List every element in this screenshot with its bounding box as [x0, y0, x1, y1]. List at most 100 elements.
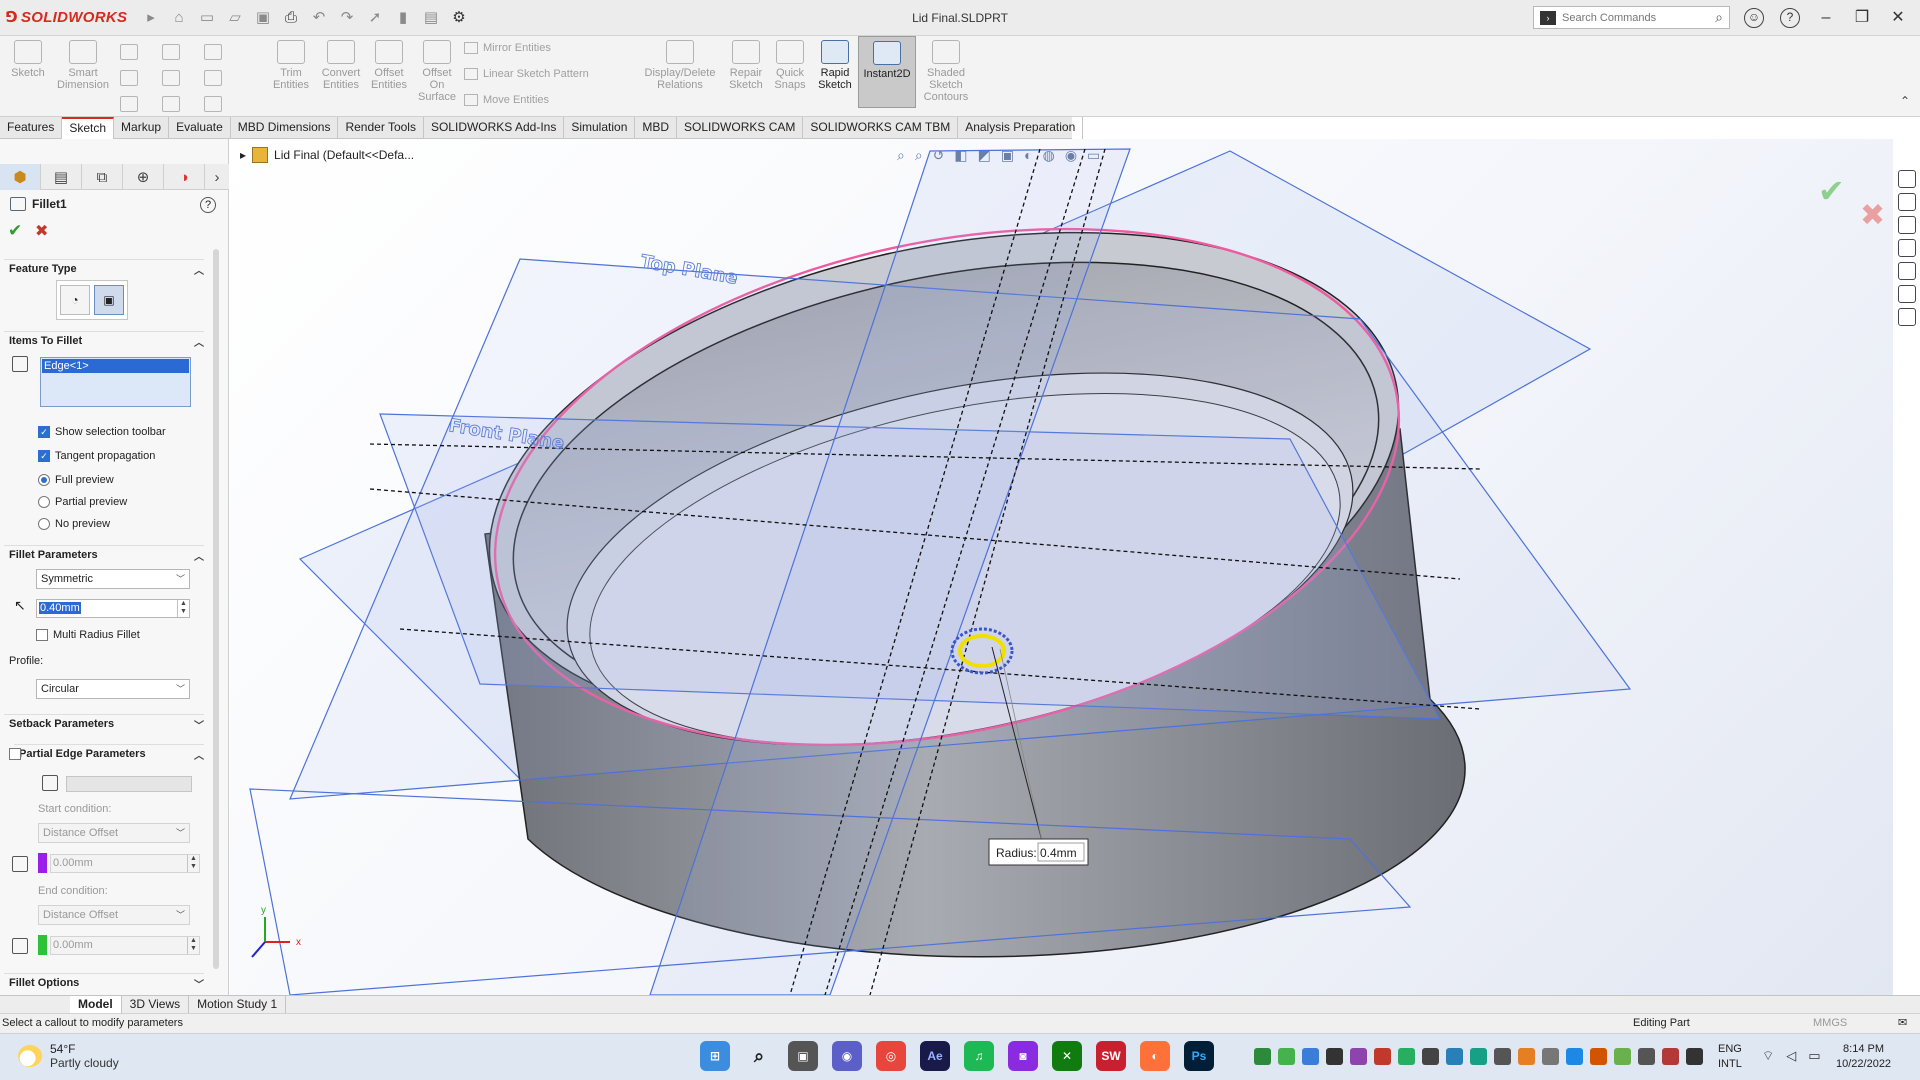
- rectangle-icon[interactable]: [120, 70, 138, 86]
- rebuild-icon[interactable]: ▮: [392, 8, 414, 28]
- task-view-icon[interactable]: ▣: [788, 1041, 818, 1071]
- profile-dropdown[interactable]: Circular ﹀: [36, 679, 190, 699]
- tray-app-icon[interactable]: [1614, 1048, 1631, 1065]
- print-icon[interactable]: ⎙: [280, 8, 302, 28]
- help-icon[interactable]: ?: [200, 197, 216, 213]
- quick-snaps-button[interactable]: Quick Snaps: [770, 40, 810, 91]
- convert-entities-button[interactable]: Convert Entities: [316, 40, 366, 91]
- language-indicator[interactable]: ENG INTL: [1718, 1042, 1742, 1072]
- photoshop-icon[interactable]: Ps: [1184, 1041, 1214, 1071]
- instagram-icon[interactable]: ◙: [1008, 1041, 1038, 1071]
- feature-type-section[interactable]: Feature Type ︿: [4, 259, 204, 277]
- panel-scrollbar[interactable]: [213, 249, 219, 969]
- tab-mbd[interactable]: MBD: [635, 117, 678, 139]
- trim-entities-button[interactable]: Trim Entities: [268, 40, 314, 91]
- end-condition-dropdown[interactable]: Distance Offset ﹀: [38, 905, 190, 925]
- show-selection-toolbar-checkbox[interactable]: ✓: [38, 426, 50, 438]
- tray-app-icon[interactable]: [1638, 1048, 1655, 1065]
- tray-spotify-icon[interactable]: [1278, 1048, 1295, 1065]
- line-icon[interactable]: [120, 44, 138, 60]
- select-pointer-icon[interactable]: ➚: [364, 8, 386, 28]
- open-folder-icon[interactable]: ▱: [224, 8, 246, 28]
- options-gear-icon[interactable]: ⚙: [448, 8, 470, 28]
- tray-app-icon[interactable]: [1494, 1048, 1511, 1065]
- tray-nvidia-icon[interactable]: [1398, 1048, 1415, 1065]
- tab-features[interactable]: Features: [0, 117, 63, 139]
- design-library-icon[interactable]: [1897, 216, 1916, 234]
- tab-solidworks-cam-tbm[interactable]: SOLIDWORKS CAM TBM: [803, 117, 959, 139]
- search-icon[interactable]: ⌕: [744, 1041, 774, 1071]
- items-to-fillet-section[interactable]: Items To Fillet ︿: [4, 331, 204, 349]
- tray-drive-icon[interactable]: [1254, 1048, 1271, 1065]
- view-settings-icon[interactable]: ▭: [1087, 147, 1100, 164]
- text-icon[interactable]: [204, 96, 222, 112]
- partial-preview-radio[interactable]: [38, 496, 50, 508]
- tab-sketch[interactable]: Sketch: [62, 117, 115, 139]
- file-properties-icon[interactable]: ▤: [420, 8, 442, 28]
- radius-callout-value[interactable]: 0.4mm: [1040, 846, 1077, 860]
- repair-sketch-button[interactable]: Repair Sketch: [724, 40, 768, 91]
- tray-app-icon[interactable]: [1422, 1048, 1439, 1065]
- firefox-icon[interactable]: ◐: [1140, 1041, 1170, 1071]
- edge-selection-list[interactable]: Edge<1>: [40, 357, 191, 407]
- tab-model[interactable]: Model: [70, 996, 122, 1013]
- shaded-sketch-contours-button[interactable]: Shaded Sketch Contours: [918, 40, 974, 103]
- solidworks-app-icon[interactable]: SW: [1096, 1041, 1126, 1071]
- battery-icon[interactable]: ▭: [1808, 1048, 1820, 1064]
- tray-app-icon[interactable]: [1662, 1048, 1679, 1065]
- polygon-icon[interactable]: [204, 70, 222, 86]
- tray-app-icon[interactable]: [1542, 1048, 1559, 1065]
- full-preview-radio[interactable]: [38, 474, 50, 486]
- instant2d-button[interactable]: Instant2D: [858, 36, 916, 108]
- tray-app-icon[interactable]: [1446, 1048, 1463, 1065]
- radius-input[interactable]: 0.40mm ▲ ▼: [36, 599, 190, 618]
- search-icon[interactable]: ⌕: [1709, 9, 1729, 26]
- cancel-button[interactable]: ✖: [35, 221, 48, 241]
- display-delete-relations-button[interactable]: Display/Delete Relations: [638, 40, 722, 91]
- edit-appearance-icon[interactable]: ◍: [1043, 147, 1055, 164]
- previous-view-icon[interactable]: ↺: [933, 147, 945, 164]
- solidworks-resources-icon[interactable]: [1897, 170, 1916, 188]
- clock[interactable]: 8:14 PM 10/22/2022: [1836, 1042, 1891, 1072]
- configuration-manager-tab[interactable]: ⧉: [82, 164, 123, 190]
- confirm-corner-ok-icon[interactable]: ✔: [1818, 172, 1845, 210]
- confirm-corner-cancel-icon[interactable]: ✖: [1860, 198, 1885, 233]
- tab-markup[interactable]: Markup: [114, 117, 170, 139]
- custom-properties-icon[interactable]: [1897, 308, 1916, 326]
- unit-system[interactable]: MMGS: [1813, 1014, 1847, 1033]
- full-preview-option[interactable]: Full preview: [38, 474, 114, 486]
- close-icon[interactable]: ✕: [1880, 4, 1916, 32]
- fillet-xpert-icon[interactable]: ◔: [60, 285, 90, 315]
- multi-radius-fillet-checkbox[interactable]: [36, 629, 48, 641]
- tray-app-icon[interactable]: [1686, 1048, 1703, 1065]
- fillet-parameters-section[interactable]: Fillet Parameters ︿: [4, 545, 204, 563]
- display-manager-tab[interactable]: ◑: [164, 164, 205, 190]
- search-commands[interactable]: › ⌕: [1533, 6, 1730, 29]
- new-document-icon[interactable]: ▭: [196, 8, 218, 28]
- no-preview-radio[interactable]: [38, 518, 50, 530]
- linear-sketch-pattern-button[interactable]: Linear Sketch Pattern: [464, 68, 589, 80]
- tab-motion-study-1[interactable]: Motion Study 1: [189, 996, 287, 1013]
- after-effects-icon[interactable]: Ae: [920, 1041, 950, 1071]
- spin-arrows-icon[interactable]: ▲ ▼: [187, 855, 199, 872]
- tab-solidworks-add-ins[interactable]: SOLIDWORKS Add-Ins: [424, 117, 565, 139]
- tab-simulation[interactable]: Simulation: [564, 117, 636, 139]
- manual-fillet-icon[interactable]: ▣: [94, 285, 124, 315]
- more-tabs-button[interactable]: ›: [205, 164, 229, 190]
- wifi-icon[interactable]: ⌔: [1762, 1048, 1774, 1064]
- chat-icon[interactable]: ✉: [1898, 1014, 1907, 1033]
- spotify-icon[interactable]: ♫: [964, 1041, 994, 1071]
- partial-edge-parameters-section[interactable]: Partial Edge Parameters ︿: [14, 744, 204, 762]
- view-orientation-icon[interactable]: ◩: [978, 147, 991, 164]
- tray-steam-icon[interactable]: [1326, 1048, 1343, 1065]
- end-offset-input[interactable]: 0.00mm ▲ ▼: [50, 936, 200, 955]
- tab-analysis-preparation[interactable]: Analysis Preparation: [958, 117, 1084, 139]
- chat-icon[interactable]: ◉: [832, 1041, 862, 1071]
- undo-icon[interactable]: ↶: [308, 8, 330, 28]
- tray-app-icon[interactable]: [1350, 1048, 1367, 1065]
- view-palette-icon[interactable]: [1897, 262, 1916, 280]
- start-offset-input[interactable]: 0.00mm ▲ ▼: [50, 854, 200, 873]
- fillet-options-section[interactable]: Fillet Options ﹀: [4, 973, 204, 991]
- tray-app-icon[interactable]: [1518, 1048, 1535, 1065]
- spline-icon[interactable]: [204, 44, 222, 60]
